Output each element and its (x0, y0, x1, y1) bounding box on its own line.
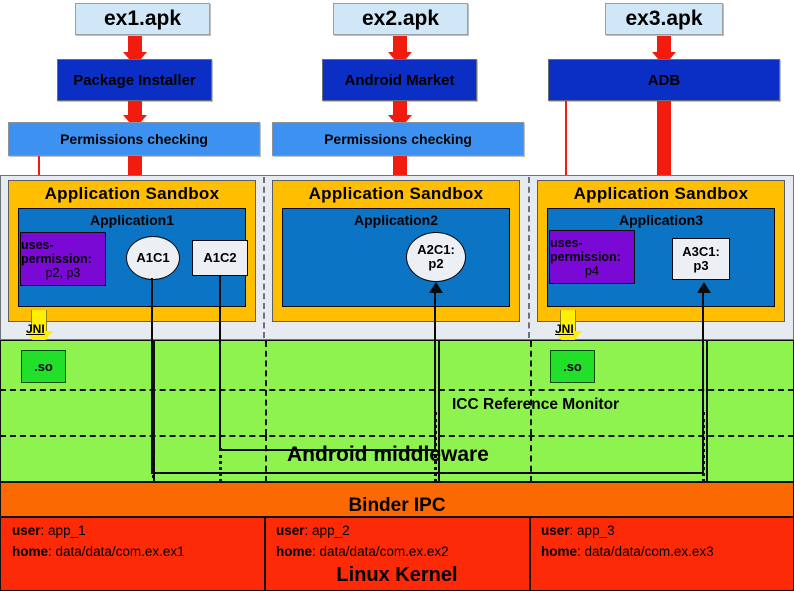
binder-ipc-label: Binder IPC (348, 495, 446, 516)
component-a1c1: A1C1 (126, 236, 180, 280)
middleware-divider-2 (0, 435, 794, 437)
kernel-home-value-2: data/data/com.ex.ex2 (319, 543, 449, 559)
connector-a3c1-arrowhead (697, 282, 711, 293)
jni-label-1: JNI (26, 322, 45, 336)
sandbox-title-3: Application Sandbox (573, 184, 749, 203)
column-separator-1 (263, 177, 265, 338)
sandbox-title-1: Application Sandbox (44, 184, 220, 203)
kernel-home-sep-2: : (312, 543, 320, 559)
package-installer-1: Package Installer (57, 59, 212, 101)
jni-label-3: JNI (555, 322, 574, 336)
kernel-home-key-1: home (12, 543, 49, 559)
column-separator-2 (528, 177, 530, 338)
component-a3c1: A3C1: p3 (672, 238, 730, 280)
uses-permission-label-1: uses-permission: (21, 238, 92, 266)
kernel-home-key-2: home (276, 543, 313, 559)
application-title-1: Application1 (89, 212, 174, 228)
permissions-checking-1: Permissions checking (8, 122, 260, 156)
component-a2c1-name: A2C1: (417, 241, 455, 257)
uses-permission-3: uses-permission: p4 (549, 230, 635, 284)
middleware-dash-4 (530, 435, 532, 482)
native-library-1: .so (21, 350, 66, 383)
android-market-2: Android Market (322, 59, 477, 101)
apk-file-1: ex1.apk (75, 3, 210, 35)
middleware-sep-3 (706, 341, 708, 482)
android-middleware-label: Android middleware (287, 443, 489, 466)
middleware-dash-1 (265, 341, 267, 435)
adb-installer-3: ADB (548, 59, 780, 101)
kernel-home-value-1: data/data/com.ex.ex1 (55, 543, 185, 559)
kernel-user-key-1: user (12, 523, 41, 538)
kernel-home-value-3: data/data/com.ex.ex3 (584, 543, 714, 559)
uses-permission-1: uses-permission: p2, p3 (20, 232, 106, 286)
apk-file-2: ex2.apk (333, 3, 468, 35)
kernel-user-sep-1: : (40, 523, 49, 538)
kernel-user-value-2: app_2 (312, 523, 350, 538)
middleware-divider-1 (0, 389, 794, 391)
native-library-3: .so (550, 350, 595, 383)
middleware-dash-2 (530, 341, 532, 435)
diagram-canvas: ex1.apk Package Installer Permissions ch… (0, 0, 794, 591)
middleware-dash-3 (265, 435, 267, 482)
application-title-3: Application3 (618, 212, 703, 228)
kernel-home-sep-3: : (577, 543, 585, 559)
component-a2c1-perm: p2 (428, 256, 444, 271)
uses-permission-label-3: uses-permission: (550, 236, 621, 264)
kernel-user-key-3: user (541, 523, 570, 538)
connector-a1c1-down (151, 278, 153, 474)
kernel-user-value-3: app_3 (577, 523, 615, 538)
application-2: Application2 (282, 208, 510, 307)
component-a3c1-perm: p3 (693, 258, 709, 273)
kernel-cell-2: user: app_2 home: data/data/com.ex.ex2 (276, 521, 449, 563)
connector-a1c2-down (219, 276, 221, 451)
application-title-2: Application2 (353, 212, 438, 228)
connector-a1c1-right (151, 472, 704, 474)
permissions-checking-2: Permissions checking (272, 122, 524, 156)
apk-file-3: ex3.apk (605, 3, 723, 35)
sandbox-title-2: Application Sandbox (308, 184, 484, 203)
uses-permission-value-1: p2, p3 (45, 266, 81, 280)
kernel-user-key-2: user (276, 523, 305, 538)
kernel-cell-1: user: app_1 home: data/data/com.ex.ex1 (12, 521, 185, 563)
kernel-user-sep-2: : (304, 523, 313, 538)
component-a2c1: A2C1: p2 (406, 232, 466, 282)
connector-a2c1-arrowhead (429, 282, 443, 293)
kernel-cell-3: user: app_3 home: data/data/com.ex.ex3 (541, 521, 714, 563)
kernel-user-value-1: app_1 (48, 523, 86, 538)
kernel-home-sep-1: : (48, 543, 56, 559)
uses-permission-value-3: p4 (585, 264, 599, 278)
component-a3c1-name: A3C1: (682, 243, 720, 259)
connector-a1c2-right (219, 449, 436, 451)
kernel-home-key-3: home (541, 543, 578, 559)
icc-reference-monitor-label: ICC Reference Monitor (452, 396, 620, 413)
kernel-user-sep-3: : (569, 523, 578, 538)
component-a1c2: A1C2 (192, 240, 248, 276)
linux-kernel-label: Linux Kernel (336, 564, 458, 586)
